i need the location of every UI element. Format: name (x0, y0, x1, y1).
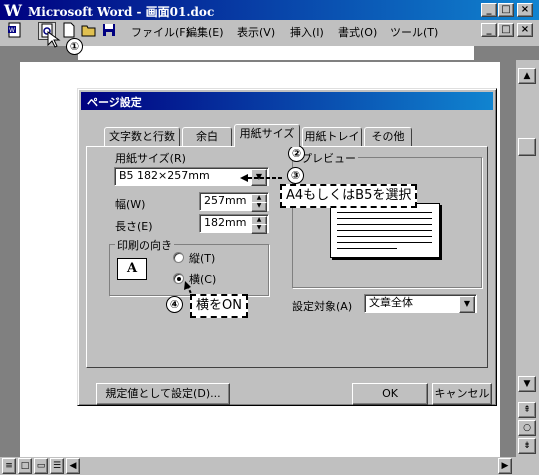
arrow-head-icon (184, 281, 191, 290)
annotation-arrows (47, 31, 285, 303)
mouse-cursor-icon (47, 31, 61, 48)
step-marker-1: ① (66, 38, 83, 55)
tab-paper-size[interactable]: 用紙サイズ (234, 124, 300, 147)
step-marker-3: ③ (287, 167, 304, 184)
callout-select-paper: A4もしくはB5を選択 (280, 184, 418, 208)
step-marker-2: ② (288, 145, 305, 162)
arrow-head-icon (240, 174, 248, 182)
step-marker-4: ④ (166, 296, 183, 313)
callout-landscape-on: 横をON (190, 294, 248, 318)
